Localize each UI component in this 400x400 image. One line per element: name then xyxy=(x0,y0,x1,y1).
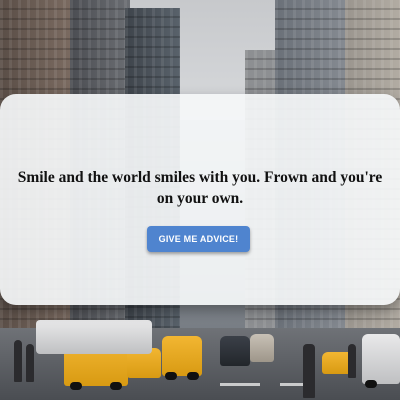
car xyxy=(362,334,400,388)
pedestrian xyxy=(303,344,315,398)
pedestrian xyxy=(26,344,34,382)
give-me-advice-button[interactable]: GIVE ME ADVICE! xyxy=(147,226,250,252)
taxi xyxy=(162,336,202,380)
lane-marking xyxy=(220,383,260,386)
car xyxy=(220,336,250,366)
car xyxy=(250,334,274,362)
pedestrian xyxy=(14,340,22,382)
pedestrian xyxy=(348,344,356,378)
bus xyxy=(36,320,152,354)
quote-card: Smile and the world smiles with you. Fro… xyxy=(0,94,400,305)
advice-quote: Smile and the world smiles with you. Fro… xyxy=(17,169,383,207)
